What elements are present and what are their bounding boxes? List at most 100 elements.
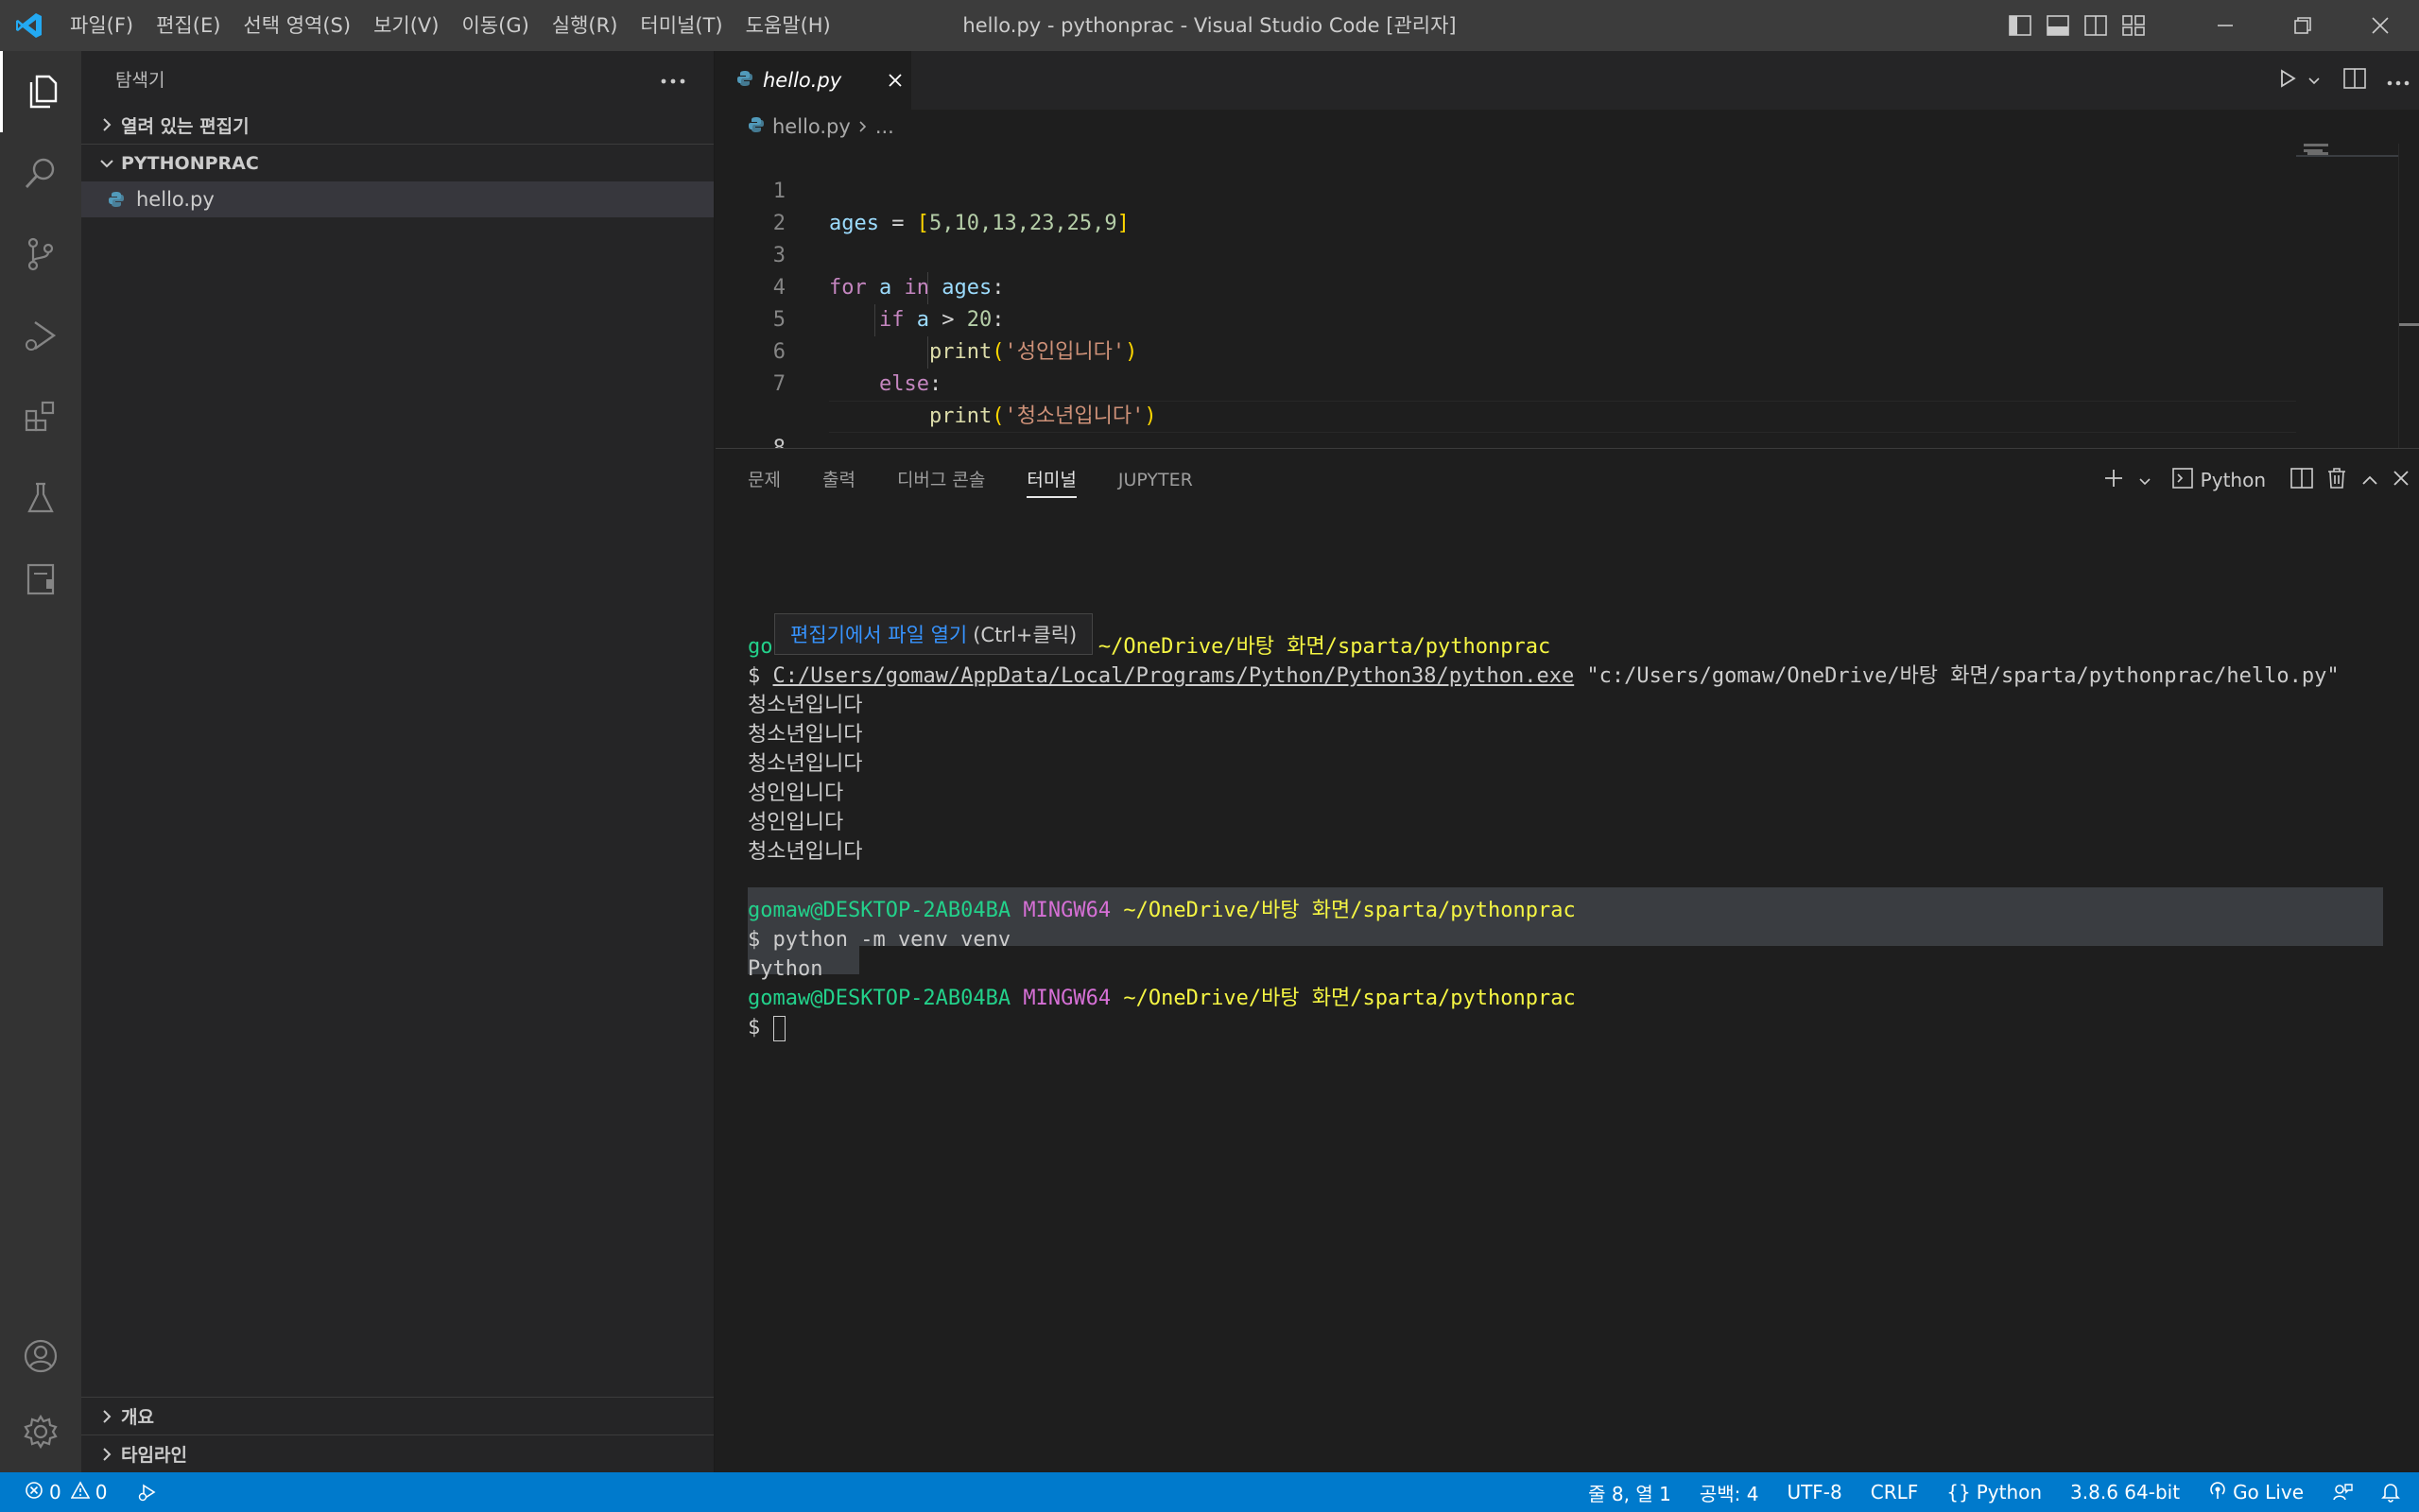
open-editors-section[interactable]: 열려 있는 편집기: [81, 106, 714, 144]
menu-selection[interactable]: 선택 영역(S): [232, 0, 362, 51]
editor-scrollbar[interactable]: [2398, 144, 2419, 448]
tab-hello-py[interactable]: hello.py: [716, 51, 912, 110]
terminal-output-line: Python: [748, 957, 823, 981]
menu-run[interactable]: 실행(R): [541, 0, 630, 51]
indentation[interactable]: 공백: 4: [1700, 1479, 1759, 1506]
trash-icon[interactable]: [2326, 467, 2347, 494]
terminal-prompt-line: gomaw@DESKTOP-2AB04BA MINGW64 ~/OneDrive…: [748, 987, 1576, 1010]
tab-jupyter[interactable]: JUPYTER: [1118, 449, 1193, 511]
python-file-icon: [108, 191, 136, 208]
terminal-output-line: 청소년입니다: [748, 694, 863, 717]
outline-section[interactable]: 개요: [81, 1397, 714, 1435]
menu-edit[interactable]: 편집(E): [145, 0, 232, 51]
file-item-hello-py[interactable]: hello.py: [81, 181, 714, 217]
timeline-section[interactable]: 타임라인: [81, 1435, 714, 1472]
chevron-right-icon: [93, 117, 121, 132]
indent-guide: [874, 304, 875, 336]
menu-view[interactable]: 보기(V): [362, 0, 450, 51]
editor-tabs: hello.py: [716, 51, 2419, 110]
link-hover-tooltip: 편집기에서 파일 열기 (Ctrl+클릭): [774, 613, 1094, 655]
close-window-icon[interactable]: [2341, 0, 2419, 51]
notifications-bell-icon[interactable]: [2381, 1482, 2400, 1503]
warning-icon: [70, 1480, 91, 1504]
problems-status[interactable]: 0 0: [25, 1480, 107, 1504]
terminal-output-line: 청소년입니다: [748, 752, 863, 776]
chevron-down-icon: [93, 158, 121, 169]
more-actions-icon[interactable]: [661, 70, 685, 88]
split-editor-icon[interactable]: [2343, 68, 2366, 93]
editor-area: hello.py hello.py ... 1 ages = [5,10,13,…: [716, 51, 2419, 460]
terminal-output-line: 청소년입니다: [748, 723, 863, 747]
testing-icon[interactable]: [0, 457, 81, 539]
run-debug-icon[interactable]: [0, 295, 81, 376]
terminal-input-line[interactable]: $: [748, 1013, 786, 1042]
terminal-cursor: [772, 1015, 786, 1041]
menu-file[interactable]: 파일(F): [59, 0, 145, 51]
terminal-command-line: $ python -m venv venv: [748, 928, 1011, 952]
broadcast-icon: [2208, 1481, 2227, 1504]
close-panel-icon[interactable]: [2393, 469, 2410, 491]
tab-terminal[interactable]: 터미널: [1027, 449, 1078, 511]
tooltip-link[interactable]: 편집기에서 파일 열기: [790, 620, 967, 648]
debug-status-icon[interactable]: [137, 1482, 158, 1503]
folder-section[interactable]: PYTHONPRAC: [81, 144, 714, 181]
tab-output[interactable]: 출력: [822, 449, 855, 511]
breadcrumb-file[interactable]: hello.py: [772, 115, 851, 138]
breadcrumb: hello.py ...: [716, 110, 2419, 144]
toggle-primary-sidebar-icon[interactable]: [2001, 0, 2039, 51]
terminal-profile[interactable]: Python: [2171, 467, 2266, 493]
terminal-icon: [2171, 467, 2193, 493]
customize-layout-icon[interactable]: [2115, 0, 2152, 51]
menu-bar: 파일(F) 편집(E) 선택 영역(S) 보기(V) 이동(G) 실행(R) 터…: [59, 0, 842, 51]
terminal-output-line: 청소년입니다: [748, 840, 863, 864]
extensions-icon[interactable]: [0, 376, 81, 457]
tab-debug-console[interactable]: 디버그 콘솔: [897, 449, 985, 511]
error-icon: [25, 1481, 43, 1504]
more-actions-icon[interactable]: [2387, 72, 2410, 90]
menu-go[interactable]: 이동(G): [450, 0, 540, 51]
menu-terminal[interactable]: 터미널(T): [629, 0, 734, 51]
run-python-file-icon[interactable]: [2277, 68, 2298, 93]
toggle-secondary-sidebar-icon[interactable]: [2077, 0, 2115, 51]
terminal-link[interactable]: C:/Users/gomaw/AppData/Local/Programs/Py…: [773, 664, 1575, 688]
end-of-line[interactable]: CRLF: [1871, 1481, 1919, 1503]
code-editor[interactable]: 1 ages = [5,10,13,23,25,9] 2 3 for a in …: [716, 144, 2419, 460]
settings-gear-icon[interactable]: [0, 1391, 81, 1472]
open-editors-label: 열려 있는 편집기: [121, 115, 250, 137]
new-terminal-icon[interactable]: [2102, 467, 2125, 494]
terminal-output[interactable]: go ~/OneDrive/바탕 화면/sparta/pythonprac $ …: [716, 511, 2419, 1473]
tab-problems[interactable]: 문제: [748, 449, 781, 511]
code-line-current: 8: [716, 369, 2419, 460]
terminal-prompt-line: gomaw@DESKTOP-2AB04BA MINGW64 ~/OneDrive…: [748, 899, 1576, 922]
close-tab-icon[interactable]: [879, 73, 911, 88]
braces-icon: {}: [1946, 1481, 1971, 1503]
accounts-icon[interactable]: [0, 1315, 81, 1397]
current-line-highlight: [829, 401, 2296, 433]
go-live-button[interactable]: Go Live: [2208, 1481, 2304, 1504]
python-interpreter[interactable]: 3.8.6 64-bit: [2070, 1481, 2180, 1503]
code-line: 7 print('청소년입니다'): [716, 336, 2419, 428]
terminal-command-line: $ C:/Users/gomaw/AppData/Local/Programs/…: [748, 664, 2340, 688]
restore-icon[interactable]: [2264, 0, 2341, 51]
minimize-icon[interactable]: [2186, 0, 2264, 51]
chevron-down-icon[interactable]: [2307, 72, 2321, 90]
menu-help[interactable]: 도움말(H): [734, 0, 842, 51]
breadcrumb-symbol[interactable]: ...: [875, 115, 894, 138]
toggle-panel-icon[interactable]: [2039, 0, 2077, 51]
language-mode[interactable]: {} Python: [1946, 1481, 2042, 1503]
remote-explorer-icon[interactable]: [0, 539, 81, 620]
cursor-position[interactable]: 줄 8, 열 1: [1588, 1479, 1671, 1506]
maximize-panel-icon[interactable]: [2360, 469, 2379, 491]
source-control-icon[interactable]: [0, 214, 81, 295]
timeline-label: 타임라인: [121, 1445, 187, 1466]
code-line: 3 for a in ages:: [716, 208, 2419, 300]
feedback-icon[interactable]: [2332, 1482, 2353, 1503]
split-terminal-icon[interactable]: [2290, 467, 2313, 493]
explorer-icon[interactable]: [0, 51, 81, 132]
encoding[interactable]: UTF-8: [1787, 1481, 1841, 1503]
explorer-sidebar: 탐색기 열려 있는 편집기 PYTHONPRAC hello.py 개요 타임라…: [81, 51, 715, 1472]
chevron-down-icon[interactable]: [2138, 469, 2151, 491]
file-name: hello.py: [136, 188, 215, 211]
search-icon[interactable]: [0, 132, 81, 214]
code-line: 2: [716, 176, 2419, 235]
